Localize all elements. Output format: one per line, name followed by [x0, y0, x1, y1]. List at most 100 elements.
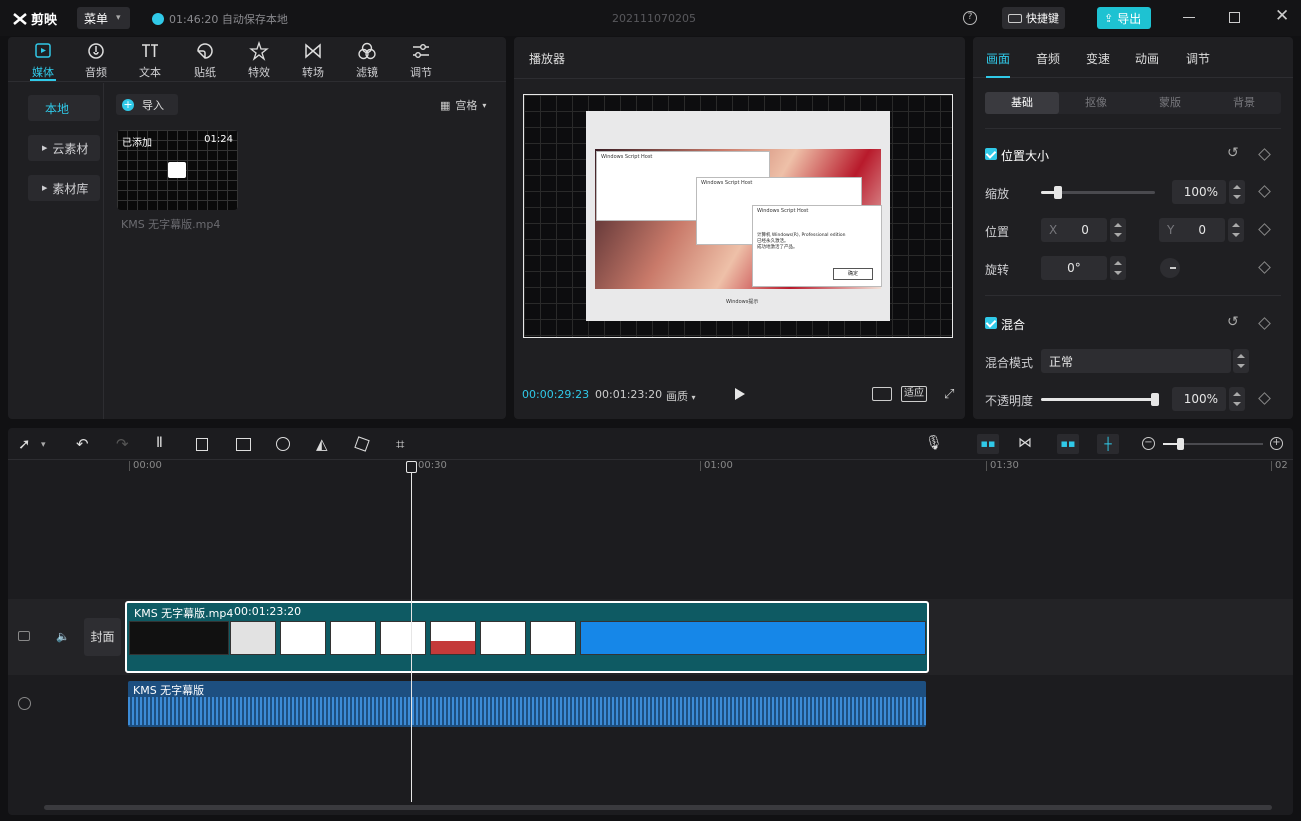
position-x-field[interactable]: X0: [1041, 218, 1107, 242]
minimize-button[interactable]: [1183, 17, 1195, 18]
tab-speed[interactable]: 变速: [1086, 50, 1110, 67]
keyframe-icon[interactable]: [1258, 392, 1271, 405]
side-local[interactable]: 本地: [28, 95, 100, 121]
linkage-icon[interactable]: ▪▪: [1057, 434, 1079, 454]
chevron-down-icon[interactable]: ▾: [41, 440, 59, 458]
tab-effects[interactable]: 特效: [237, 41, 281, 80]
split-icon[interactable]: Ⅱ: [156, 435, 174, 453]
select-tool-icon[interactable]: ➚: [18, 435, 36, 453]
fit-button[interactable]: 适应: [901, 386, 927, 402]
view-toggle[interactable]: ▦ 宫格 ▾: [440, 97, 486, 113]
shortcut-button[interactable]: 快捷键: [1002, 7, 1065, 29]
blend-mode-select[interactable]: 正常: [1041, 349, 1231, 373]
scale-slider-knob[interactable]: [1054, 186, 1063, 199]
divider: [985, 295, 1281, 296]
scale-value-field[interactable]: 100%: [1172, 180, 1226, 204]
media-clip-card[interactable]: 已添加 01:24: [117, 130, 238, 210]
player-title: 播放器: [529, 52, 566, 66]
export-button[interactable]: ⇪ 导出: [1097, 7, 1151, 29]
tab-audio[interactable]: 音频: [74, 41, 118, 80]
microphone-icon[interactable]: 🎙: [925, 435, 943, 453]
project-title: 202111070205: [612, 12, 696, 25]
position-label: 位置: [985, 225, 1010, 239]
timeline-scrollbar[interactable]: [44, 805, 1272, 810]
tab-picture[interactable]: 画面: [986, 50, 1010, 67]
opacity-slider-knob[interactable]: [1151, 393, 1159, 406]
playhead-line[interactable]: [411, 470, 412, 802]
opacity-slider[interactable]: [1041, 393, 1159, 406]
keyframe-icon[interactable]: [1258, 185, 1271, 198]
tab-audio-prop[interactable]: 音频: [1036, 50, 1060, 67]
section-blend: 混合: [1001, 318, 1026, 332]
preview-axis-icon[interactable]: ┼: [1097, 434, 1119, 454]
media-panel: 媒体 音频 文本 贴纸 特效 转场 滤镜 调节 本地 ▶ 云素材 ▶ 素材库 +…: [8, 37, 506, 419]
side-cloud[interactable]: ▶ 云素材: [28, 135, 100, 161]
rotate-dial[interactable]: [1160, 258, 1180, 278]
tab-text[interactable]: 文本: [128, 41, 172, 80]
ruler-tick: 01:00: [700, 461, 733, 471]
subtab-basic[interactable]: 基础: [985, 92, 1059, 114]
menu-button[interactable]: 菜单 ▾: [77, 7, 130, 29]
opacity-stepper[interactable]: [1229, 387, 1245, 411]
rotate-field[interactable]: 0°: [1041, 256, 1107, 280]
blend-mode-stepper[interactable]: [1233, 349, 1249, 373]
keyframe-icon[interactable]: [1258, 223, 1271, 236]
playhead-handle[interactable]: [406, 461, 417, 473]
mirror-icon[interactable]: ◭: [316, 435, 334, 453]
subtab-background[interactable]: 背景: [1207, 92, 1281, 114]
zoom-slider[interactable]: [1163, 438, 1263, 450]
redo-icon[interactable]: ↷: [116, 435, 134, 453]
menu-label: 菜单: [84, 11, 109, 26]
freeze-icon[interactable]: [236, 438, 251, 451]
keyframe-icon[interactable]: [1258, 261, 1271, 274]
cover-button[interactable]: 封面: [84, 618, 121, 656]
subtab-keying[interactable]: 抠像: [1059, 92, 1133, 114]
tab-animation[interactable]: 动画: [1135, 50, 1159, 67]
reset-icon[interactable]: ↺: [1227, 314, 1239, 330]
blend-checkbox[interactable]: [985, 317, 997, 329]
tab-media[interactable]: 媒体: [21, 41, 65, 80]
play-icon[interactable]: [735, 388, 745, 400]
delete-icon[interactable]: [196, 438, 208, 451]
quality-dropdown[interactable]: 画质 ▾: [666, 388, 696, 404]
scale-stepper[interactable]: [1229, 180, 1245, 204]
keyframe-icon[interactable]: [1258, 317, 1271, 330]
divider: [985, 128, 1281, 129]
position-size-checkbox[interactable]: [985, 148, 997, 160]
reverse-play-icon[interactable]: [276, 437, 290, 451]
caret-right-icon: ▶: [42, 144, 48, 152]
zoom-in-icon[interactable]: +: [1270, 437, 1283, 450]
keyframe-icon[interactable]: [1258, 148, 1271, 161]
close-button[interactable]: ✕: [1275, 8, 1289, 25]
side-library[interactable]: ▶ 素材库: [28, 175, 100, 201]
preview-canvas[interactable]: Windows Script Host Windows Script Host …: [523, 94, 953, 338]
subtab-mask[interactable]: 蒙版: [1133, 92, 1207, 114]
position-y-field[interactable]: Y0: [1159, 218, 1225, 242]
link-main-track-icon[interactable]: ▪▪: [977, 434, 999, 454]
audio-clip[interactable]: KMS 无字幕版: [128, 681, 926, 727]
tab-filter[interactable]: 滤镜: [345, 41, 389, 80]
waveform-icon[interactable]: [872, 387, 892, 401]
reset-icon[interactable]: ↺: [1227, 145, 1239, 161]
mute-icon[interactable]: 🔈: [56, 630, 70, 643]
crop-icon[interactable]: ⌗: [396, 435, 414, 453]
tab-sticker[interactable]: 贴纸: [183, 41, 227, 80]
fullscreen-icon[interactable]: ⤢: [944, 387, 954, 402]
opacity-value-field[interactable]: 100%: [1172, 387, 1226, 411]
help-icon[interactable]: ?: [963, 11, 977, 25]
rotate-stepper[interactable]: [1110, 256, 1126, 280]
position-y-stepper[interactable]: [1228, 218, 1244, 242]
import-button[interactable]: + 导入: [116, 94, 178, 115]
tab-adjust-prop[interactable]: 调节: [1186, 50, 1210, 67]
tab-adjust[interactable]: 调节: [399, 41, 443, 80]
snap-icon[interactable]: ⋈: [1018, 435, 1032, 451]
scale-slider[interactable]: [1041, 186, 1155, 199]
clip-thumbnail: [280, 621, 326, 655]
zoom-slider-knob[interactable]: [1177, 438, 1184, 450]
audio-waveform: [128, 697, 926, 725]
maximize-button[interactable]: [1229, 12, 1240, 23]
undo-icon[interactable]: ↶: [76, 435, 94, 453]
position-x-stepper[interactable]: [1110, 218, 1126, 242]
zoom-out-icon[interactable]: −: [1142, 437, 1155, 450]
tab-transition[interactable]: 转场: [291, 41, 335, 80]
